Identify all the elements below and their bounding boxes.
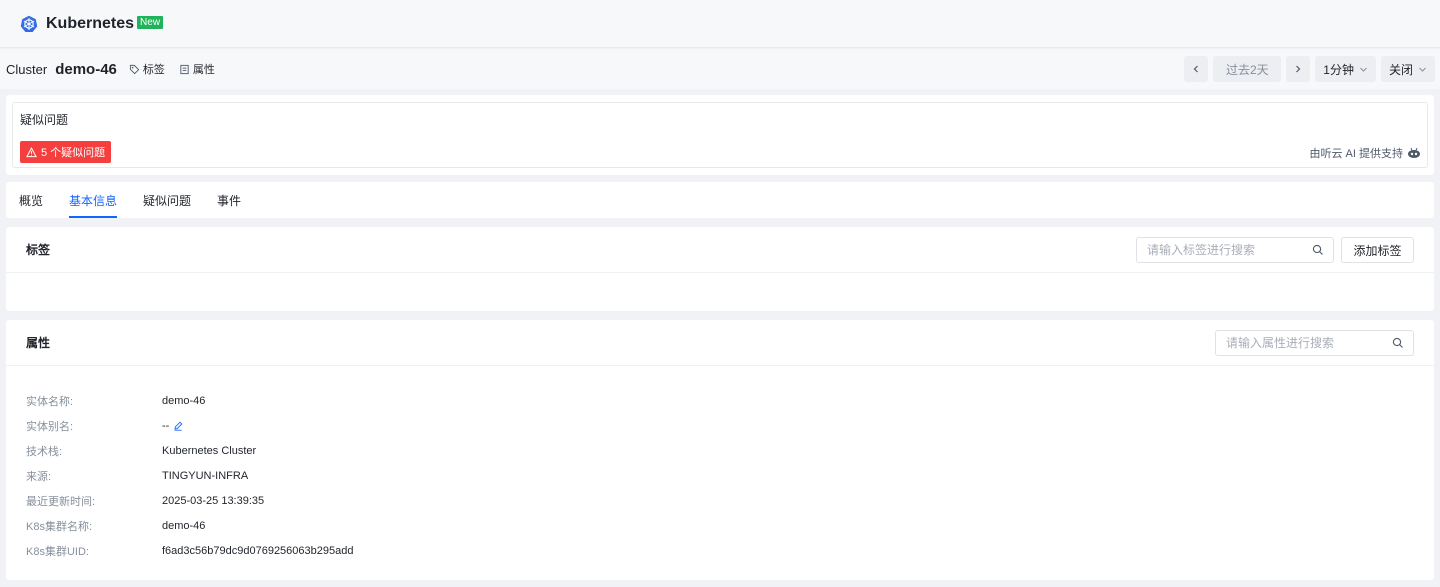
tags-section-header: 标签 添加标签 (6, 227, 1434, 273)
refresh-value: 关闭 (1388, 62, 1413, 77)
props-link-label: 属性 (192, 64, 215, 76)
time-controls: 过去2天 1分钟 关闭 (1184, 56, 1435, 82)
tab-bar: 概览 基本信息 疑似问题 事件 (6, 182, 1434, 218)
props-section-title: 属性 (26, 336, 51, 350)
prop-label: K8s集群UID: (26, 545, 89, 558)
interval-value: 1分钟 (1323, 62, 1354, 77)
search-icon[interactable] (1312, 244, 1324, 256)
issues-count-label: 5 个疑似问题 (41, 147, 106, 159)
entity-bar: Cluster demo-46 标签 属性 过去2天 1分钟 关闭 (0, 49, 1440, 89)
prop-row: 实体别名: -- (26, 413, 1434, 438)
prop-row: 技术栈: Kubernetes Cluster (26, 438, 1434, 463)
alias-value: -- (162, 419, 170, 432)
prop-label: 最近更新时间: (26, 495, 96, 508)
new-badge: New (137, 16, 164, 29)
entity-type: Cluster (6, 61, 48, 77)
prop-label: 实体别名: (26, 420, 74, 433)
tag-icon (129, 64, 140, 74)
tingyun-logo-icon (1408, 147, 1420, 158)
tab-overview[interactable]: 概览 (19, 182, 43, 218)
refresh-select[interactable]: 关闭 (1380, 56, 1435, 82)
kubernetes-logo-icon (20, 15, 38, 32)
time-range-button[interactable]: 过去2天 (1213, 56, 1282, 82)
tags-search (1136, 237, 1334, 263)
add-tag-button[interactable]: 添加标签 (1341, 237, 1414, 263)
props-section: 属性 实体名称: demo-46 实体别名: -- 技术栈: Kubernete… (6, 320, 1434, 580)
ai-support-note: 由听云 AI 提供支持 (1309, 145, 1421, 161)
app-title: Kubernetes (46, 14, 135, 32)
ai-support-label: 由听云 AI 提供支持 (1309, 148, 1403, 160)
prop-label: K8s集群名称: (26, 520, 93, 533)
prop-row: K8s集群名称: demo-46 (26, 513, 1434, 538)
time-next-button[interactable] (1286, 56, 1311, 82)
chevron-down-icon (1419, 67, 1426, 72)
props-link[interactable]: 属性 (179, 61, 215, 77)
tags-search-input[interactable] (1147, 243, 1307, 257)
props-search (1215, 330, 1414, 356)
prop-value: demo-46 (162, 394, 206, 407)
tab-issues[interactable]: 疑似问题 (143, 182, 191, 218)
tags-section-title: 标签 (26, 243, 51, 257)
prop-row: K8s集群UID: f6ad3c56b79dc9d0769256063b295a… (26, 538, 1434, 563)
tags-link[interactable]: 标签 (129, 61, 165, 77)
prop-row: 最近更新时间: 2025-03-25 13:39:35 (26, 488, 1434, 513)
props-section-header: 属性 (6, 320, 1434, 366)
interval-select[interactable]: 1分钟 (1315, 56, 1376, 82)
prop-value-alias: -- (162, 420, 183, 432)
chevron-right-icon (1296, 65, 1301, 73)
prop-value: Kubernetes Cluster (162, 444, 257, 457)
tags-section: 标签 添加标签 (6, 227, 1434, 311)
issues-title: 疑似问题 (20, 113, 69, 127)
issues-count-badge[interactable]: 5 个疑似问题 (20, 141, 112, 163)
issues-panel: 疑似问题 5 个疑似问题 由听云 AI 提供支持 (12, 102, 1428, 168)
edit-icon[interactable] (173, 421, 183, 431)
document-icon (180, 64, 189, 74)
search-icon[interactable] (1392, 337, 1404, 349)
tab-events[interactable]: 事件 (217, 182, 241, 218)
prop-value: 2025-03-25 13:39:35 (162, 494, 265, 507)
props-list: 实体名称: demo-46 实体别名: -- 技术栈: Kubernetes C… (6, 366, 1434, 563)
tab-basic-info[interactable]: 基本信息 (69, 182, 118, 218)
prop-value: f6ad3c56b79dc9d0769256063b295add (162, 544, 354, 557)
props-search-input[interactable] (1226, 336, 1386, 350)
prop-value: demo-46 (162, 519, 206, 532)
warning-icon (26, 146, 37, 157)
prop-value: TINGYUN-INFRA (162, 469, 249, 482)
issues-card: 疑似问题 5 个疑似问题 由听云 AI 提供支持 (6, 95, 1434, 175)
prop-label: 技术栈: (26, 445, 63, 458)
chevron-left-icon (1193, 65, 1199, 73)
entity-name: demo-46 (55, 60, 117, 78)
chevron-down-icon (1360, 67, 1367, 72)
tags-link-label: 标签 (142, 64, 165, 76)
prop-label: 来源: (26, 470, 52, 483)
prop-row: 实体名称: demo-46 (26, 388, 1434, 413)
time-prev-button[interactable] (1184, 56, 1209, 82)
prop-row: 来源: TINGYUN-INFRA (26, 463, 1434, 488)
app-header: Kubernetes New (0, 0, 1440, 48)
prop-label: 实体名称: (26, 395, 74, 408)
